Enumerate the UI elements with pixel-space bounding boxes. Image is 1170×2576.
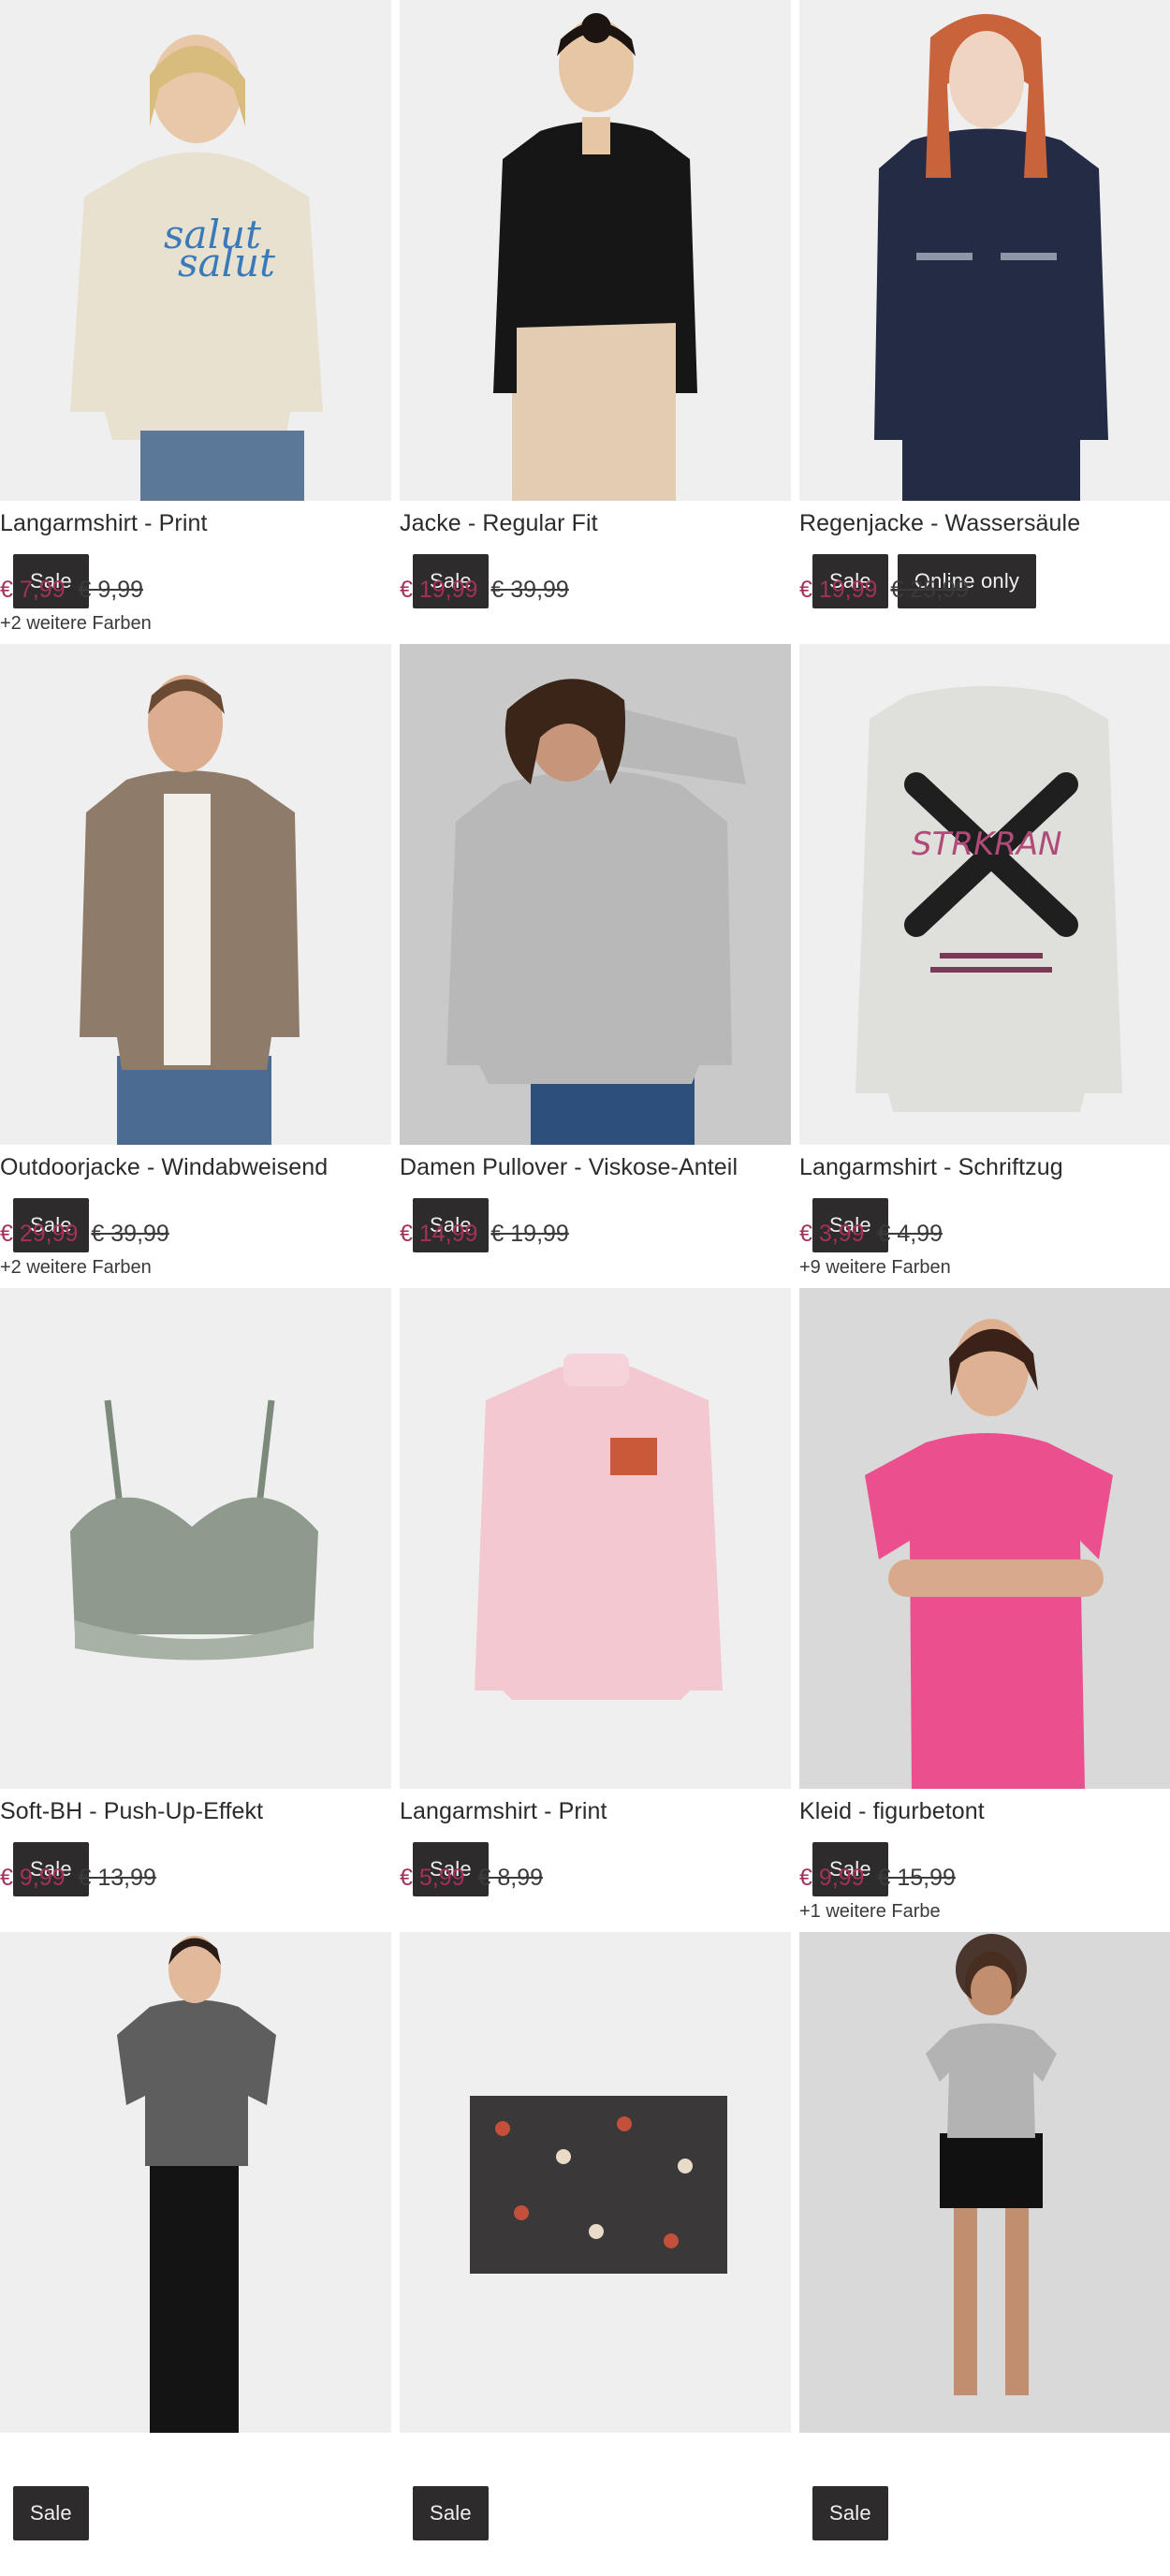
product-image[interactable] bbox=[0, 1932, 391, 2433]
original-price: € 4,99 bbox=[877, 1221, 943, 1247]
product-card[interactable]: STRKRAN Sale Langarmshirt - Schriftzug €… bbox=[799, 644, 1170, 1288]
svg-text:salut: salut bbox=[178, 240, 275, 285]
price-row: € 5,99 € 8,99 bbox=[400, 1865, 543, 1892]
product-name[interactable]: Langarmshirt - Print bbox=[0, 510, 208, 537]
product-photo-icon bbox=[400, 1932, 791, 2433]
original-price: € 25,99 bbox=[890, 577, 969, 603]
product-name[interactable]: Langarmshirt - Schriftzug bbox=[799, 1154, 1063, 1181]
product-photo-icon bbox=[400, 1288, 791, 1789]
product-grid: salut salut Sale Langarmshirt - Print € … bbox=[0, 0, 1170, 2576]
price-row: € 19,99 € 25,99 bbox=[799, 577, 969, 604]
product-photo-icon: STRKRAN bbox=[799, 644, 1170, 1145]
product-photo-icon bbox=[400, 0, 791, 501]
color-variants-note[interactable]: +2 weitere Farben bbox=[0, 613, 152, 635]
product-card[interactable]: Sale Damen Pullover - Viskose-Anteil € 1… bbox=[400, 644, 791, 1288]
product-image[interactable] bbox=[799, 0, 1170, 501]
product-card[interactable]: Sale Online only Regenjacke - Wassersäul… bbox=[799, 0, 1170, 644]
product-photo-icon bbox=[0, 1932, 391, 2433]
sale-price: € 19,99 bbox=[400, 577, 478, 603]
product-photo-icon: salut salut bbox=[0, 0, 391, 501]
product-image[interactable] bbox=[0, 644, 391, 1145]
original-price: € 15,99 bbox=[877, 1865, 956, 1891]
color-variants-note[interactable]: +1 weitere Farbe bbox=[799, 1901, 941, 1923]
sale-price: € 9,99 bbox=[799, 1865, 865, 1891]
original-price: € 39,99 bbox=[490, 577, 569, 603]
product-image[interactable] bbox=[0, 1288, 391, 1789]
product-card[interactable]: Sale Kleid - figurbetont € 9,99 € 15,99 … bbox=[799, 1288, 1170, 1932]
sale-price: € 7,99 bbox=[0, 577, 66, 603]
color-variants-note[interactable]: +9 weitere Farben bbox=[799, 1257, 951, 1279]
sale-price: € 5,99 bbox=[400, 1865, 465, 1891]
product-name[interactable]: Soft-BH - Push-Up-Effekt bbox=[0, 1798, 263, 1825]
product-name[interactable]: Regenjacke - Wassersäule bbox=[799, 510, 1080, 537]
sale-price: € 14,99 bbox=[400, 1221, 478, 1247]
product-image[interactable] bbox=[400, 644, 791, 1145]
product-photo-icon bbox=[799, 0, 1170, 501]
sale-price: € 9,99 bbox=[0, 1865, 66, 1891]
product-name[interactable]: Jacke - Regular Fit bbox=[400, 510, 598, 537]
product-card[interactable]: Sale Langarmshirt - Print € 5,99 € 8,99 bbox=[400, 1288, 791, 1932]
sale-badge: Sale bbox=[812, 2486, 888, 2540]
sale-price: € 29,99 bbox=[0, 1221, 79, 1247]
badge-list: Sale bbox=[812, 2486, 888, 2540]
product-image[interactable] bbox=[799, 1932, 1170, 2433]
product-image[interactable] bbox=[400, 1288, 791, 1789]
sale-badge: Sale bbox=[413, 2486, 489, 2540]
product-photo-icon bbox=[799, 1288, 1170, 1789]
badge-list: Sale bbox=[413, 2486, 489, 2540]
price-row: € 3,99 € 4,99 bbox=[799, 1221, 943, 1248]
product-card[interactable]: Sale bbox=[0, 1932, 391, 2576]
product-name[interactable]: Damen Pullover - Viskose-Anteil bbox=[400, 1154, 738, 1181]
original-price: € 8,99 bbox=[477, 1865, 544, 1891]
original-price: € 19,99 bbox=[490, 1221, 569, 1247]
product-card[interactable]: Sale bbox=[400, 1932, 791, 2576]
sale-price: € 19,99 bbox=[799, 577, 878, 603]
original-price: € 9,99 bbox=[78, 577, 144, 603]
svg-text:STRKRAN: STRKRAN bbox=[912, 826, 1062, 863]
product-card[interactable]: Sale Soft-BH - Push-Up-Effekt € 9,99 € 1… bbox=[0, 1288, 391, 1932]
color-variants-note[interactable]: +2 weitere Farben bbox=[0, 1257, 152, 1279]
product-photo-icon bbox=[799, 1932, 1170, 2433]
product-image[interactable] bbox=[400, 0, 791, 501]
price-row: € 14,99 € 19,99 bbox=[400, 1221, 569, 1248]
price-row: € 9,99 € 13,99 bbox=[0, 1865, 156, 1892]
original-price: € 39,99 bbox=[91, 1221, 169, 1247]
product-card[interactable]: salut salut Sale Langarmshirt - Print € … bbox=[0, 0, 391, 644]
sale-badge: Sale bbox=[13, 2486, 89, 2540]
product-name[interactable]: Kleid - figurbetont bbox=[799, 1798, 985, 1825]
product-card[interactable]: Sale bbox=[799, 1932, 1170, 2576]
badge-list: Sale bbox=[13, 2486, 89, 2540]
product-name[interactable]: Outdoorjacke - Windabweisend bbox=[0, 1154, 328, 1181]
price-row: € 7,99 € 9,99 bbox=[0, 577, 143, 604]
original-price: € 13,99 bbox=[78, 1865, 156, 1891]
product-image[interactable] bbox=[400, 1932, 791, 2433]
product-image[interactable] bbox=[799, 1288, 1170, 1789]
product-photo-icon bbox=[0, 644, 391, 1145]
product-photo-icon bbox=[0, 1288, 391, 1789]
price-row: € 9,99 € 15,99 bbox=[799, 1865, 956, 1892]
product-name[interactable]: Langarmshirt - Print bbox=[400, 1798, 607, 1825]
product-card[interactable]: Sale Outdoorjacke - Windabweisend € 29,9… bbox=[0, 644, 391, 1288]
product-image[interactable]: STRKRAN bbox=[799, 644, 1170, 1145]
product-card[interactable]: Sale Jacke - Regular Fit € 19,99 € 39,99 bbox=[400, 0, 791, 644]
product-image[interactable]: salut salut bbox=[0, 0, 391, 501]
price-row: € 29,99 € 39,99 bbox=[0, 1221, 169, 1248]
price-row: € 19,99 € 39,99 bbox=[400, 577, 569, 604]
product-photo-icon bbox=[400, 644, 791, 1145]
sale-price: € 3,99 bbox=[799, 1221, 865, 1247]
